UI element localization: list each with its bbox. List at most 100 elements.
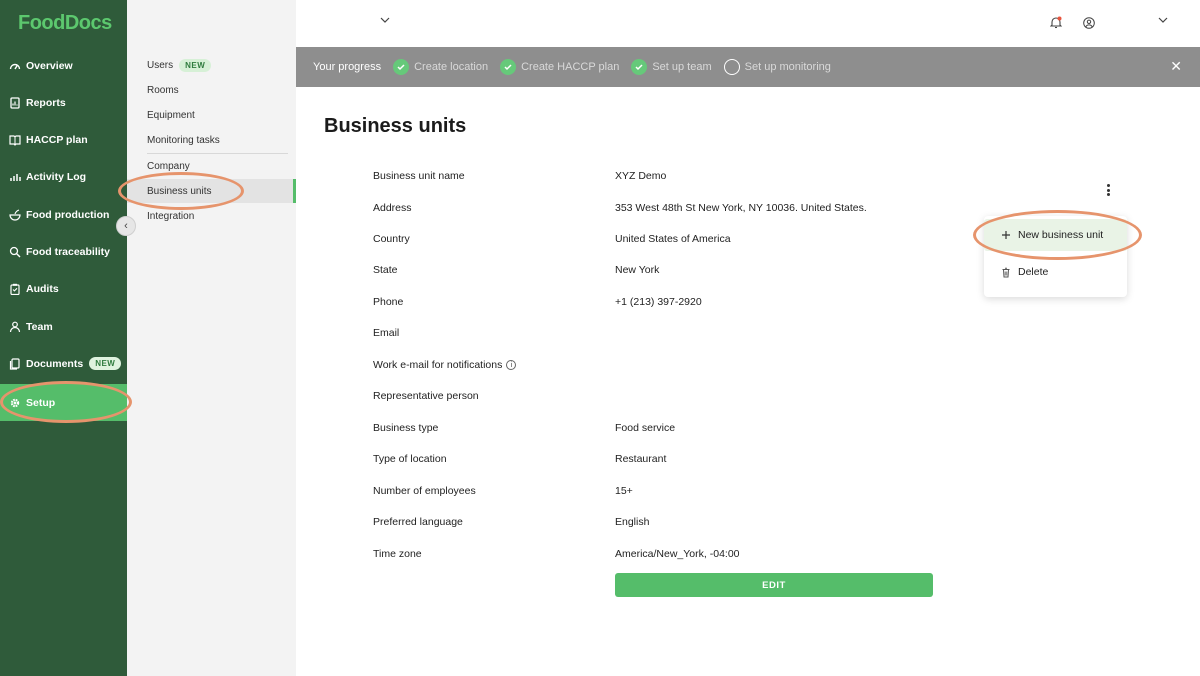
bell-icon[interactable] (1049, 16, 1063, 34)
nav-item-documents[interactable]: Documents NEW (0, 345, 127, 382)
field-row-business-unit-name: Business unit name XYZ Demo (373, 166, 933, 186)
delete-menu-item[interactable]: Delete (984, 256, 1127, 288)
bowl-icon (8, 208, 21, 221)
nav-item-food-traceability[interactable]: Food traceability (0, 233, 127, 270)
bars-icon (8, 170, 21, 183)
info-icon[interactable]: i (506, 360, 517, 370)
field-row-state: State New York (373, 260, 933, 280)
plus-icon (1001, 230, 1011, 240)
menu-item-label: Delete (1018, 266, 1049, 278)
nav-item-label: Activity Log (26, 170, 87, 183)
new-badge: NEW (89, 357, 122, 370)
progress-step-set-up-team[interactable]: Set up team (631, 59, 712, 75)
location-dropdown-chevron-icon[interactable] (380, 14, 390, 28)
nav-item-label: Audits (26, 282, 59, 295)
field-value: 15+ (615, 485, 633, 497)
nav-item-activity-log[interactable]: Activity Log (0, 158, 127, 195)
subnav-item-monitoring-tasks[interactable]: Monitoring tasks (127, 128, 296, 152)
progress-step-set-up-monitoring[interactable]: Set up monitoring (723, 59, 831, 75)
check-icon (393, 59, 410, 75)
subnav-item-rooms[interactable]: Rooms (127, 78, 296, 102)
field-value: United States of America (615, 233, 731, 245)
field-row-number-of-employees: Number of employees 15+ (373, 481, 933, 501)
field-value: New York (615, 264, 660, 276)
nav-item-haccp-plan[interactable]: HACCP plan (0, 121, 127, 158)
field-label-text: Work e-mail for notifications (373, 359, 503, 371)
progress-step-label: Set up team (652, 61, 712, 73)
field-value: XYZ Demo (615, 170, 667, 182)
setup-subnav: Users NEW Rooms Equipment Monitoring tas… (127, 0, 296, 676)
book-icon (8, 133, 21, 146)
nav-item-overview[interactable]: Overview (0, 47, 127, 84)
nav-item-label: Food production (26, 208, 110, 221)
field-row-phone: Phone +1 (213) 397-2920 (373, 292, 933, 312)
field-row-representative-person: Representative person (373, 386, 933, 406)
menu-item-label: New business unit (1018, 229, 1104, 241)
progress-step-label: Create location (414, 61, 489, 73)
subnav-item-equipment[interactable]: Equipment (127, 103, 296, 127)
new-badge: NEW (179, 58, 212, 72)
person-icon (8, 320, 21, 333)
progress-step-label: Create HACCP plan (521, 61, 620, 73)
field-row-business-type: Business type Food service (373, 418, 933, 438)
progress-step-create-haccp-plan[interactable]: Create HACCP plan (500, 59, 619, 75)
clipboard-icon (8, 282, 21, 295)
main-nav: FoodDocs Overview Reports HACCP plan Act… (0, 0, 127, 676)
collapse-sidebar-button[interactable]: ‹ (116, 216, 136, 236)
subnav-item-integration[interactable]: Integration (127, 204, 296, 228)
nav-item-label: Overview (26, 59, 73, 72)
nav-item-reports[interactable]: Reports (0, 84, 127, 121)
subnav-item-business-units[interactable]: Business units (127, 179, 296, 203)
check-icon (631, 59, 648, 75)
close-icon[interactable]: ✕ (1170, 58, 1182, 75)
progress-step-create-location[interactable]: Create location (393, 59, 488, 75)
field-label: Business unit name (373, 170, 465, 182)
nav-item-label: Reports (26, 96, 66, 109)
subnav-item-label: Integration (147, 210, 195, 222)
onboarding-progress-bar: Your progress Create location Create HAC… (296, 47, 1200, 87)
account-dropdown-chevron-icon[interactable] (1158, 14, 1168, 28)
trash-icon (1001, 267, 1011, 278)
field-row-work-email: Work e-mail for notifications i (373, 355, 933, 375)
field-value: Restaurant (615, 453, 667, 465)
gear-icon (8, 396, 21, 409)
business-unit-actions-menu: New business unit Delete (984, 216, 1127, 297)
nav-item-label: Setup (26, 396, 56, 409)
subnav-item-users[interactable]: Users NEW (127, 53, 296, 77)
nav-item-team[interactable]: Team (0, 308, 127, 345)
nav-item-setup[interactable]: Setup (0, 384, 127, 421)
subnav-item-company[interactable]: Company (127, 154, 296, 178)
nav-item-label: Documents (26, 357, 84, 370)
more-options-icon[interactable] (1102, 181, 1114, 199)
field-value: Food service (615, 422, 676, 434)
field-row-email: Email (373, 323, 933, 343)
field-label: Business type (373, 422, 439, 434)
field-label: Phone (373, 296, 404, 308)
field-value: +1 (213) 397-2920 (615, 296, 702, 308)
nav-item-label: Food traceability (26, 245, 111, 258)
subnav-item-label: Monitoring tasks (147, 134, 220, 146)
app-logo[interactable]: FoodDocs (18, 12, 112, 35)
field-row-type-of-location: Type of location Restaurant (373, 449, 933, 469)
new-business-unit-menu-item[interactable]: New business unit (984, 219, 1127, 251)
field-label: Representative person (373, 390, 479, 402)
field-label: Preferred language (373, 516, 463, 528)
field-value: 353 West 48th St New York, NY 10036. Uni… (615, 202, 867, 214)
field-value: English (615, 516, 650, 528)
field-label: Address (373, 202, 412, 214)
field-label: Email (373, 327, 400, 339)
field-row-time-zone: Time zone America/New_York, -04:00 (373, 544, 933, 564)
nav-item-food-production[interactable]: Food production (0, 196, 127, 233)
field-value: America/New_York, -04:00 (615, 548, 740, 560)
user-avatar-icon[interactable] (1083, 16, 1095, 34)
nav-item-audits[interactable]: Audits (0, 270, 127, 307)
field-row-address: Address 353 West 48th St New York, NY 10… (373, 198, 933, 218)
progress-step-label: Set up monitoring (744, 61, 831, 73)
field-label: Time zone (373, 548, 422, 560)
field-label: State (373, 264, 398, 276)
gauge-icon (8, 59, 21, 72)
edit-button[interactable]: EDIT (615, 573, 933, 597)
top-bar (296, 0, 1200, 47)
subnav-item-label: Users (147, 59, 174, 71)
field-label: Type of location (373, 453, 447, 465)
